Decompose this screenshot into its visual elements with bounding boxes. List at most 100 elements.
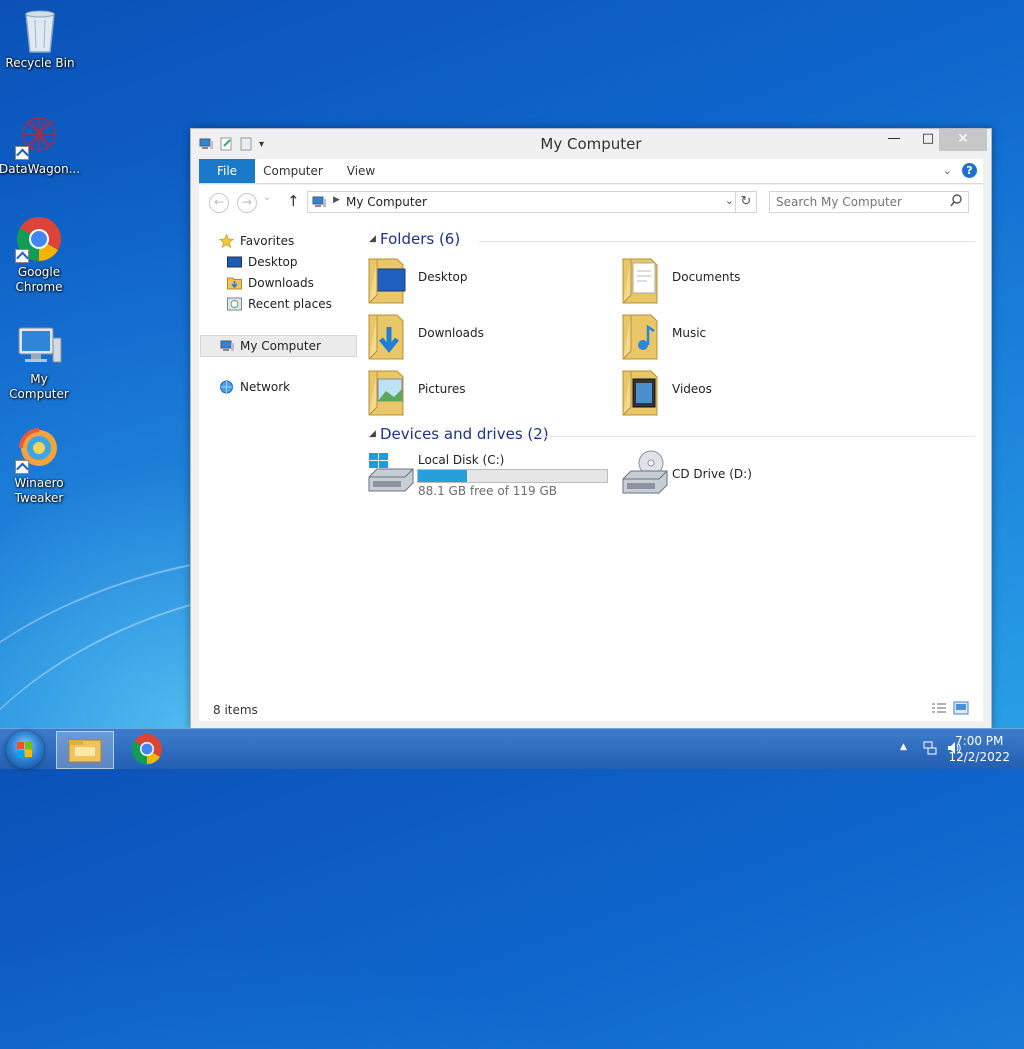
datawagon-icon: [15, 112, 63, 160]
tab-file[interactable]: File: [199, 159, 255, 183]
computer-small-icon: [220, 339, 235, 353]
sidebar-item-recent-places[interactable]: Recent places: [207, 294, 355, 314]
devices-group-header[interactable]: ◢ Devices and drives (2): [369, 425, 975, 445]
group-title: Folders (6): [380, 230, 461, 248]
show-hidden-icons-icon[interactable]: ▲: [900, 742, 907, 752]
sidebar-item-favorites[interactable]: Favorites: [207, 231, 355, 251]
collapse-arrow-icon[interactable]: ◢: [369, 234, 376, 244]
computer-icon: [15, 322, 63, 370]
desktop-icon-winaero-tweaker[interactable]: Winaero Tweaker: [0, 426, 79, 506]
drive-free-space: 88.1 GB free of 119 GB: [418, 484, 557, 498]
clock[interactable]: 7:00 PM 12/2/2022: [948, 733, 1010, 765]
sidebar-item-label: Recent places: [248, 297, 332, 311]
view-switcher: [931, 701, 969, 718]
folder-label: Desktop: [418, 270, 468, 284]
title-bar[interactable]: ▾ My Computer — □ ✕: [191, 129, 991, 159]
chrome-icon: [15, 215, 63, 263]
content-area: Favorites Desktop Downloads Recent place…: [199, 219, 983, 697]
navigation-pane: Favorites Desktop Downloads Recent place…: [199, 219, 361, 697]
folder-tile-pictures[interactable]: Pictures: [367, 367, 617, 419]
back-button[interactable]: ←: [209, 193, 229, 213]
breadcrumb[interactable]: My Computer: [346, 195, 427, 209]
videos-folder-icon: [621, 367, 663, 417]
shortcut-arrow-icon: [15, 146, 29, 160]
folder-label: Pictures: [418, 382, 466, 396]
desktop-icon-label: Winaero Tweaker: [14, 476, 64, 505]
sidebar-item-desktop[interactable]: Desktop: [207, 252, 355, 272]
taskbar-file-explorer[interactable]: [56, 731, 114, 769]
file-explorer-icon: [68, 739, 102, 763]
breadcrumb-separator-icon[interactable]: ▶: [333, 195, 340, 205]
recycle-bin-icon: [16, 6, 64, 54]
network-icon: [219, 380, 234, 394]
details-view-icon[interactable]: [931, 701, 947, 718]
folder-label: Music: [672, 326, 707, 340]
computer-small-icon: [312, 195, 328, 212]
status-bar: 8 items: [199, 697, 983, 721]
drive-tile-local-disk[interactable]: Local Disk (C:) 88.1 GB free of 119 GB: [367, 449, 617, 501]
start-button[interactable]: [6, 731, 44, 769]
folder-tile-videos[interactable]: Videos: [621, 367, 871, 419]
downloads-small-icon: [227, 276, 242, 290]
music-folder-icon: [621, 311, 663, 361]
sidebar-item-label: Network: [240, 380, 291, 394]
group-divider: [479, 241, 975, 242]
sidebar-item-label: Desktop: [248, 255, 298, 269]
chrome-icon: [131, 734, 162, 765]
downloads-folder-icon: [367, 311, 409, 361]
network-tray-icon[interactable]: [922, 740, 938, 759]
group-title: Devices and drives (2): [380, 425, 549, 443]
address-bar[interactable]: ▶ My Computer ⌄ ↻: [307, 191, 757, 213]
search-input[interactable]: [776, 194, 936, 209]
group-divider: [531, 436, 975, 437]
sidebar-item-label: My Computer: [240, 339, 321, 353]
sidebar-item-downloads[interactable]: Downloads: [207, 273, 355, 293]
tab-view[interactable]: View: [333, 159, 389, 183]
clock-time: 7:00 PM: [955, 734, 1004, 748]
desktop-folder-icon: [367, 255, 409, 305]
sidebar-item-network[interactable]: Network: [207, 377, 355, 397]
folder-label: Downloads: [418, 326, 484, 340]
desktop-icon-label: Google Chrome: [15, 265, 63, 294]
search-box[interactable]: [769, 191, 969, 213]
disk-usage-bar: [417, 469, 608, 483]
star-icon: [218, 233, 235, 249]
clock-date: 12/2/2022: [948, 750, 1010, 764]
sidebar-item-my-computer[interactable]: My Computer: [200, 335, 357, 357]
desktop-icon-my-computer[interactable]: My Computer: [0, 322, 79, 402]
folders-group-header[interactable]: ◢ Folders (6): [369, 230, 975, 250]
desktop-icon-recycle-bin[interactable]: Recycle Bin: [0, 6, 80, 71]
collapse-arrow-icon[interactable]: ◢: [369, 429, 376, 439]
tab-computer[interactable]: Computer: [257, 159, 329, 183]
recent-locations-icon[interactable]: ⌄: [263, 192, 271, 203]
forward-button[interactable]: →: [237, 193, 257, 213]
item-count: 8 items: [213, 703, 258, 717]
pictures-folder-icon: [367, 367, 409, 417]
search-icon[interactable]: [950, 194, 962, 211]
desktop-icon-datawagon[interactable]: DataWagon...: [0, 112, 81, 177]
close-button[interactable]: ✕: [939, 129, 987, 151]
desktop-icon-google-chrome[interactable]: Google Chrome: [0, 215, 79, 295]
sidebar-item-label: Favorites: [240, 234, 295, 248]
address-dropdown-icon[interactable]: ⌄: [725, 194, 734, 207]
drive-name: Local Disk (C:): [418, 453, 505, 467]
desktop-icon-label: DataWagon...: [0, 162, 81, 176]
shortcut-arrow-icon: [15, 460, 29, 474]
taskbar-chrome[interactable]: [119, 731, 175, 767]
folder-tile-desktop[interactable]: Desktop: [367, 255, 617, 307]
hard-drive-icon: [367, 449, 417, 499]
folder-tile-documents[interactable]: Documents: [621, 255, 871, 307]
help-icon[interactable]: ?: [962, 163, 977, 178]
drive-tile-cd-drive[interactable]: CD Drive (D:): [621, 449, 871, 501]
winaero-tweaker-icon: [15, 426, 63, 474]
refresh-button[interactable]: ↻: [735, 192, 756, 212]
sidebar-item-label: Downloads: [248, 276, 314, 290]
desktop-small-icon: [227, 255, 242, 269]
system-tray: ▲ 7:00 PM 12/2/2022: [874, 729, 1024, 769]
folder-tile-music[interactable]: Music: [621, 311, 871, 363]
folder-tile-downloads[interactable]: Downloads: [367, 311, 617, 363]
up-button[interactable]: ↑: [287, 192, 300, 210]
large-icons-view-icon[interactable]: [953, 701, 969, 718]
expand-ribbon-icon[interactable]: ⌄: [943, 164, 952, 177]
minimize-button[interactable]: —: [877, 129, 911, 151]
